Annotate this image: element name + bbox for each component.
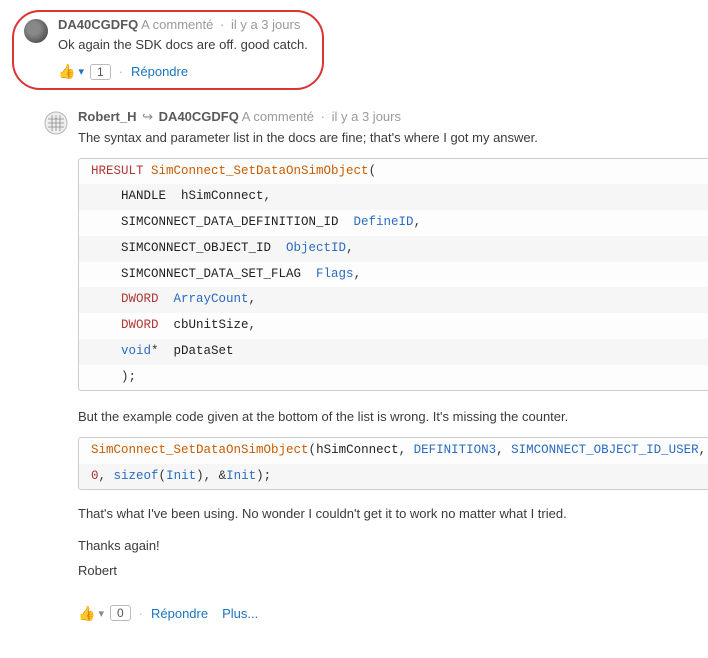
comment-paragraph: Thanks again! [78,536,708,556]
code-line: ); [79,365,708,391]
vote-count[interactable]: 1 [90,64,111,80]
code-line: SimConnect_SetDataOnSimObject(hSimConnec… [79,438,708,464]
avatar[interactable] [44,111,68,135]
highlight-box: DA40CGDFQ A commenté · il y a 3 jours Ok… [12,10,324,90]
action-text: A commenté [242,109,314,124]
comment-paragraph: That's what I've been using. No wonder I… [78,504,708,524]
vote-control[interactable]: 👍 ▾ 0 [78,605,131,622]
code-block: SimConnect_SetDataOnSimObject(hSimConnec… [78,437,708,491]
reply-link[interactable]: Répondre [131,64,188,79]
code-line: SIMCONNECT_DATA_DEFINITION_ID DefineID, [79,210,708,236]
separator: · [321,109,325,124]
vote-control[interactable]: 👍 ▾ 1 [58,63,111,80]
thumb-up-icon[interactable]: 👍 [58,63,75,80]
code-line: HANDLE hSimConnect, [79,184,708,210]
avatar[interactable] [24,19,48,43]
comment-thread: DA40CGDFQ A commenté · il y a 3 jours Ok… [0,0,708,658]
code-line: 0, sizeof(Init), &Init); [79,464,708,490]
author-link[interactable]: DA40CGDFQ [58,17,138,32]
comment-paragraph: The syntax and parameter list in the doc… [78,128,708,148]
reply-link[interactable]: Répondre [151,606,208,621]
chevron-down-icon[interactable]: ▾ [78,65,84,78]
timestamp: il y a 3 jours [231,17,300,32]
thumb-up-icon[interactable]: 👍 [78,605,95,622]
chevron-down-icon[interactable]: ▾ [98,607,104,620]
code-line: SIMCONNECT_OBJECT_ID ObjectID, [79,236,708,262]
vote-count[interactable]: 0 [110,605,131,621]
reply-arrow-icon: ↪ [142,108,153,126]
code-line: void* pDataSet [79,339,708,365]
code-line: DWORD ArrayCount, [79,287,708,313]
separator: · [119,64,123,79]
comment-paragraph: But the example code given at the bottom… [78,407,708,427]
more-link[interactable]: Plus... [222,606,258,621]
code-line: DWORD cbUnitSize, [79,313,708,339]
comment-highlighted: DA40CGDFQ A commenté · il y a 3 jours Ok… [12,10,696,90]
author-link[interactable]: Robert_H [78,109,137,124]
code-block: HRESULT SimConnect_SetDataOnSimObject( H… [78,158,708,392]
timestamp: il y a 3 jours [332,109,401,124]
code-line: HRESULT SimConnect_SetDataOnSimObject( [79,159,708,185]
separator: · [220,17,224,32]
comment-reply: Robert_H ↪ DA40CGDFQ A commenté · il y a… [44,108,696,622]
comment-text: Ok again the SDK docs are off. good catc… [58,36,308,55]
code-line: SIMCONNECT_DATA_SET_FLAG Flags, [79,262,708,288]
action-text: A commenté [141,17,213,32]
reply-to-link[interactable]: DA40CGDFQ [159,109,239,124]
comment-signature: Robert [78,561,708,581]
separator: · [139,606,143,621]
